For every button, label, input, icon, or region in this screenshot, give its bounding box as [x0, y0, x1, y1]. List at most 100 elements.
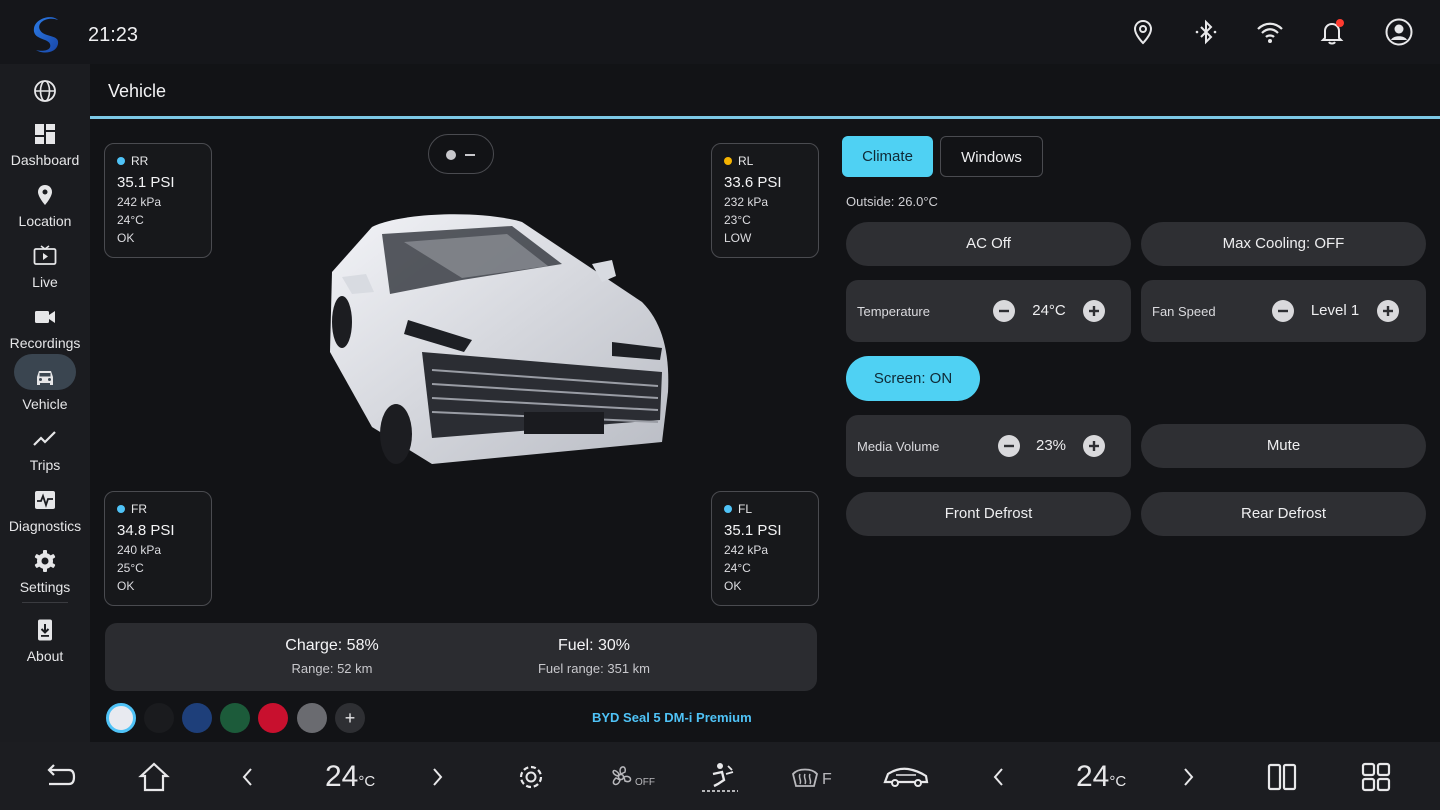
sidebar-item-location[interactable]: Location	[0, 183, 90, 239]
tab-windows[interactable]: Windows	[940, 136, 1043, 177]
fan-speed-label: Fan Speed	[1152, 304, 1216, 319]
add-color-button[interactable]: +	[335, 703, 365, 733]
color-swatch-green[interactable]	[220, 703, 250, 733]
status-bar: 21:23	[0, 0, 1440, 64]
tire-card-rr: RR 35.1 PSI 242 kPa 24°C OK	[104, 143, 212, 258]
back-icon[interactable]	[43, 760, 77, 794]
sidebar-item-label: Dashboard	[10, 152, 80, 168]
tire-kpa: 240 kPa	[117, 543, 162, 557]
ac-toggle-button[interactable]: AC Off	[846, 222, 1131, 266]
temperature-decrease-button[interactable]	[993, 300, 1015, 322]
tire-psi: 35.1 PSI	[724, 522, 782, 539]
tire-status: OK	[117, 231, 135, 245]
sidebar-item-diagnostics[interactable]: Diagnostics	[0, 488, 90, 544]
toggle-indicator-icon	[446, 150, 475, 160]
tire-kpa: 232 kPa	[724, 195, 769, 209]
temperature-value: 24°C	[1032, 302, 1066, 319]
color-swatch-gray[interactable]	[297, 703, 327, 733]
color-swatch-white[interactable]	[106, 703, 136, 733]
tire-position: FL	[738, 502, 753, 516]
bluetooth-icon[interactable]	[1192, 18, 1220, 46]
page-title: Vehicle	[108, 81, 167, 101]
rear-defrost-button[interactable]: Rear Defrost	[1141, 492, 1426, 536]
tv-icon	[33, 245, 57, 265]
view-toggle-button[interactable]	[428, 134, 494, 174]
color-swatch-blue[interactable]	[182, 703, 212, 733]
sidebar-item-recordings[interactable]: Recordings	[0, 305, 90, 361]
home-icon[interactable]	[137, 760, 171, 794]
sidebar-item-settings[interactable]: Settings	[0, 549, 90, 605]
gear-icon	[34, 550, 56, 572]
plus-icon	[1383, 306, 1393, 316]
sidebar-item-label: Live	[32, 274, 58, 290]
tire-card-rl: RL 33.6 PSI 232 kPa 23°C LOW	[711, 143, 819, 258]
fan-speed-increase-button[interactable]	[1377, 300, 1399, 322]
fuel-level: Fuel: 30%	[557, 637, 631, 654]
left-temperature-value: 24	[325, 760, 359, 793]
sidebar-item-trips[interactable]: Trips	[0, 427, 90, 483]
car-3d-model[interactable]	[312, 202, 672, 472]
sidebar-item-vehicle[interactable]: Vehicle	[0, 354, 90, 422]
tire-position: FR	[131, 502, 147, 516]
mute-button[interactable]: Mute	[1141, 424, 1426, 468]
split-screen-icon[interactable]	[1265, 760, 1299, 794]
app-grid-icon[interactable]	[1359, 760, 1393, 794]
left-temp-decrease-icon[interactable]	[231, 760, 265, 794]
sidebar-item-about[interactable]: About	[0, 618, 90, 674]
tire-psi: 34.8 PSI	[117, 522, 175, 539]
status-dot	[724, 505, 732, 513]
fan-speed-value: Level 1	[1310, 302, 1360, 319]
fan-state-label: OFF	[635, 777, 655, 788]
color-swatch-black[interactable]	[144, 703, 174, 733]
front-defrost-button[interactable]: Front Defrost	[846, 492, 1131, 536]
tire-psi: 33.6 PSI	[724, 174, 782, 191]
left-temp-increase-icon[interactable]	[420, 760, 454, 794]
tire-psi: 35.1 PSI	[117, 174, 175, 191]
tire-status: OK	[117, 579, 135, 593]
sidebar-item-live[interactable]: Live	[0, 244, 90, 300]
tire-card-fr: FR 34.8 PSI 240 kPa 25°C OK	[104, 491, 212, 606]
notification-bell[interactable]	[1318, 18, 1346, 46]
sidebar-item-label: Diagnostics	[8, 518, 82, 534]
location-icon[interactable]	[1129, 18, 1157, 46]
download-phone-icon	[38, 619, 52, 641]
tire-status: OK	[724, 579, 742, 593]
right-temp-increase-icon[interactable]	[1171, 760, 1205, 794]
temperature-increase-button[interactable]	[1083, 300, 1105, 322]
volume-decrease-button[interactable]	[998, 435, 1020, 457]
main-content: Vehicle RR 35.1 PSI 242 kPa 24°C OK RL 3…	[90, 64, 1440, 742]
tire-status: LOW	[724, 231, 752, 245]
dashboard-icon	[35, 124, 55, 144]
car-icon	[37, 371, 53, 385]
media-volume-label: Media Volume	[857, 439, 940, 454]
front-defrost-dock-button[interactable]: F	[790, 760, 836, 794]
volume-increase-button[interactable]	[1083, 435, 1105, 457]
pulse-icon	[35, 491, 55, 509]
temperature-unit: °C	[1109, 773, 1127, 790]
screen-toggle-button[interactable]: Screen: ON	[846, 356, 980, 401]
max-cooling-button[interactable]: Max Cooling: OFF	[1141, 222, 1426, 266]
fan-speed-decrease-button[interactable]	[1272, 300, 1294, 322]
sidebar-item-label: Settings	[19, 579, 71, 595]
tab-climate[interactable]: Climate	[842, 136, 933, 177]
wifi-icon[interactable]	[1256, 18, 1284, 46]
fuel-range: Fuel range: 351 km	[537, 661, 650, 676]
sidebar-item-dashboard[interactable]: Dashboard	[0, 122, 90, 178]
minus-icon	[1004, 444, 1014, 448]
color-swatch-red[interactable]	[258, 703, 288, 733]
settings-icon[interactable]	[514, 760, 548, 794]
temperature-unit: °C	[358, 773, 376, 790]
right-temp-decrease-icon[interactable]	[982, 760, 1016, 794]
temperature-control: Temperature 24°C	[846, 280, 1131, 342]
fan-off-button[interactable]: OFF	[607, 760, 659, 794]
airflow-mode-icon[interactable]	[700, 760, 740, 794]
car-status-icon[interactable]	[882, 760, 930, 794]
trend-icon	[33, 431, 56, 446]
energy-summary: Charge: 58% Range: 52 km Fuel: 30% Fuel …	[105, 623, 817, 691]
tire-kpa: 242 kPa	[724, 543, 769, 557]
account-icon[interactable]	[1385, 18, 1413, 46]
tire-temp: 24°C	[724, 561, 751, 575]
tire-temp: 25°C	[117, 561, 144, 575]
temperature-label: Temperature	[857, 304, 930, 319]
charge-info: Charge: 58% Range: 52 km	[212, 637, 452, 676]
